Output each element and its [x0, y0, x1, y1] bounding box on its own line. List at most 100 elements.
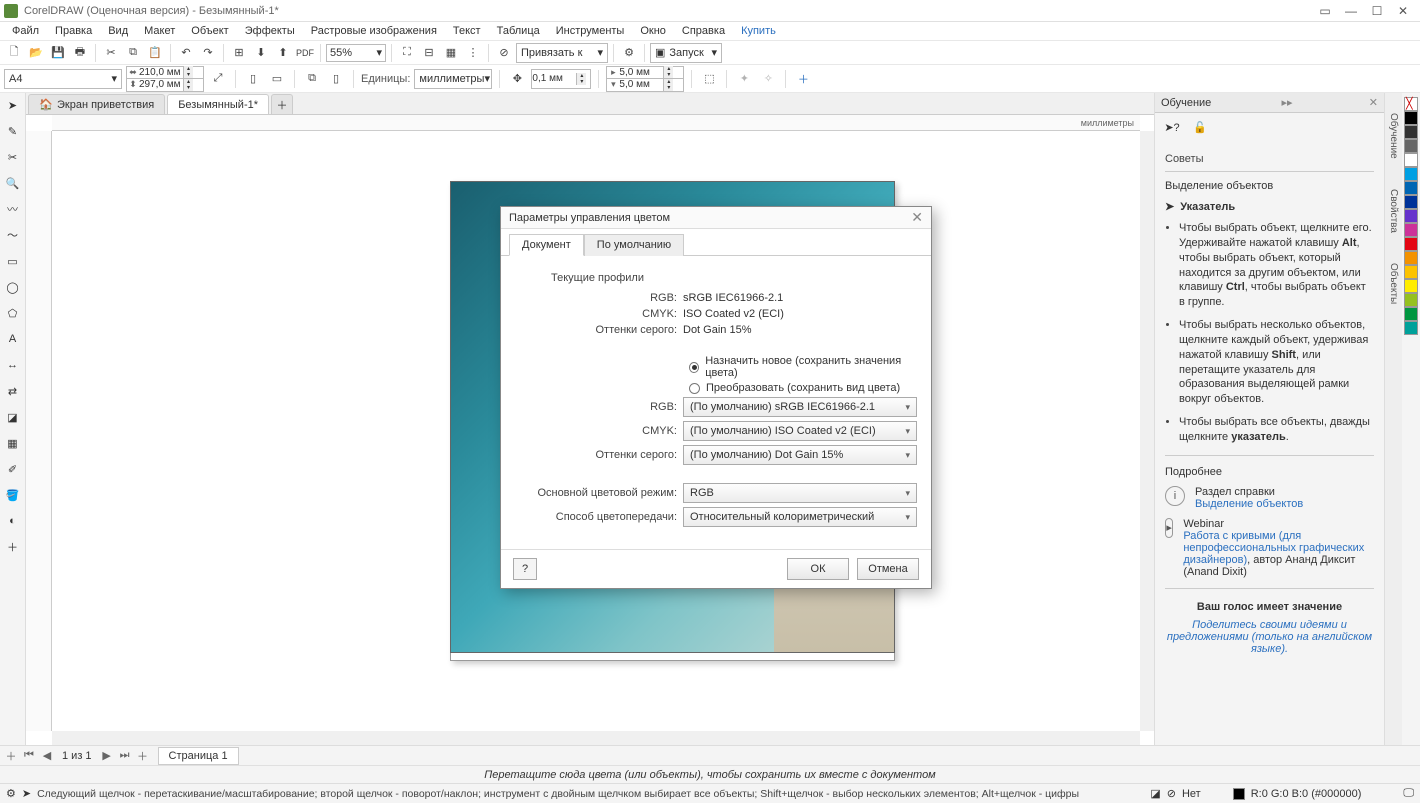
connector-tool[interactable]: ⇄: [3, 381, 23, 401]
zoom-combo[interactable]: ▾: [326, 44, 386, 62]
menu-effects[interactable]: Эффекты: [237, 23, 303, 39]
color-swatch[interactable]: [1404, 237, 1418, 251]
color-swatch[interactable]: [1404, 265, 1418, 279]
units-combo[interactable]: миллиметры▾: [414, 69, 492, 89]
open-button[interactable]: 📂: [26, 43, 46, 63]
docker-collapse-icon[interactable]: ▸▸: [1282, 96, 1293, 109]
fill-tool[interactable]: 🪣: [3, 485, 23, 505]
no-color-swatch[interactable]: ╳: [1404, 97, 1418, 111]
cmyk-profile-combo[interactable]: (По умолчанию) ISO Coated v2 (ECI): [683, 421, 917, 441]
last-page-button[interactable]: ⏭: [118, 749, 132, 762]
portrait-button[interactable]: ▯: [243, 69, 263, 89]
snap-to-combo[interactable]: Привязать к▾: [516, 43, 608, 63]
shape-tool[interactable]: ✎: [3, 121, 23, 141]
redo-button[interactable]: ↷: [198, 43, 218, 63]
auto-fit-button[interactable]: ⤢: [208, 69, 228, 89]
primary-mode-combo[interactable]: RGB: [683, 483, 917, 503]
drop-shadow-tool[interactable]: ◪: [3, 407, 23, 427]
add-button[interactable]: ＋: [793, 69, 813, 89]
rendering-intent-combo[interactable]: Относительный колориметрический: [683, 507, 917, 527]
proof-colors-icon[interactable]: 🖵: [1403, 787, 1414, 800]
tool2-button[interactable]: ✧: [758, 69, 778, 89]
menu-object[interactable]: Объект: [183, 23, 236, 39]
show-grid-button[interactable]: ▦: [441, 43, 461, 63]
scrollbar-horizontal[interactable]: [52, 731, 1140, 745]
show-rulers-button[interactable]: ⊟: [419, 43, 439, 63]
menu-window[interactable]: Окно: [632, 23, 674, 39]
snap-off-button[interactable]: ⊘: [494, 43, 514, 63]
menu-view[interactable]: Вид: [100, 23, 136, 39]
menu-help[interactable]: Справка: [674, 23, 733, 39]
tab-add[interactable]: ＋: [271, 94, 293, 114]
page-width-input[interactable]: ⬌▴▾: [126, 66, 204, 79]
artistic-media-tool[interactable]: 〜: [3, 225, 23, 245]
menu-table[interactable]: Таблица: [489, 23, 548, 39]
docker-tab-objects[interactable]: Объекты: [1388, 263, 1399, 304]
menu-bitmaps[interactable]: Растровые изображения: [303, 23, 445, 39]
menu-edit[interactable]: Правка: [47, 23, 100, 39]
show-guidelines-button[interactable]: ⋮: [463, 43, 483, 63]
cancel-button[interactable]: Отмена: [857, 558, 919, 580]
page-tab[interactable]: Страница 1: [158, 747, 239, 765]
document-palette-hint[interactable]: Перетащите сюда цвета (или объекты), что…: [0, 765, 1420, 783]
zoom-input[interactable]: [330, 47, 370, 59]
copy-button[interactable]: ⧉: [123, 43, 143, 63]
polygon-tool[interactable]: ⬠: [3, 303, 23, 323]
learn-tab-explore[interactable]: 🔓: [1189, 116, 1211, 138]
maximize-button[interactable]: ☐: [1364, 1, 1390, 21]
color-swatch[interactable]: [1404, 279, 1418, 293]
tab-welcome[interactable]: 🏠Экран приветствия: [28, 94, 165, 114]
fullscreen-button[interactable]: ⛶: [397, 43, 417, 63]
ok-button[interactable]: ОК: [787, 558, 849, 580]
menu-buy[interactable]: Купить: [733, 23, 784, 39]
outline-swatch[interactable]: [1233, 788, 1245, 800]
crop-tool[interactable]: ✂: [3, 147, 23, 167]
dup-x-input[interactable]: ▸▴▾: [606, 66, 684, 79]
scrollbar-vertical[interactable]: [1140, 131, 1154, 731]
color-swatch[interactable]: [1404, 223, 1418, 237]
all-pages-button[interactable]: ⧉: [302, 69, 322, 89]
help-link[interactable]: Выделение объектов: [1195, 498, 1303, 510]
transparency-tool[interactable]: ▦: [3, 433, 23, 453]
freehand-tool[interactable]: 〰: [3, 199, 23, 219]
landscape-button[interactable]: ▭: [267, 69, 287, 89]
tool1-button[interactable]: ✦: [734, 69, 754, 89]
rectangle-tool[interactable]: ▭: [3, 251, 23, 271]
next-page-button[interactable]: ▶: [100, 749, 114, 762]
color-swatch[interactable]: [1404, 251, 1418, 265]
docker-tab-learn[interactable]: Обучение: [1388, 113, 1399, 159]
minimize-button[interactable]: —: [1338, 1, 1364, 21]
dup-y-input[interactable]: ▾▴▾: [606, 79, 684, 92]
pick-tool[interactable]: ➤: [3, 95, 23, 115]
undo-button[interactable]: ↶: [176, 43, 196, 63]
add-page-after-button[interactable]: ＋: [136, 748, 150, 764]
search-button[interactable]: ⊞: [229, 43, 249, 63]
add-page-button[interactable]: ＋: [4, 748, 18, 764]
gear-icon[interactable]: ⚙: [6, 787, 16, 800]
current-page-button[interactable]: ▯: [326, 69, 346, 89]
color-swatch[interactable]: [1404, 307, 1418, 321]
sysmenu-icon[interactable]: ▭: [1312, 1, 1338, 21]
launch-combo[interactable]: ▣Запуск▾: [650, 43, 722, 63]
menu-text[interactable]: Текст: [445, 23, 489, 39]
menu-layout[interactable]: Макет: [136, 23, 183, 39]
nudge-input[interactable]: ▴▾: [531, 69, 591, 89]
cut-button[interactable]: ✂: [101, 43, 121, 63]
page-height-input[interactable]: ⬍▴▾: [126, 79, 204, 92]
color-swatch[interactable]: [1404, 125, 1418, 139]
gray-profile-combo[interactable]: (По умолчанию) Dot Gain 15%: [683, 445, 917, 465]
first-page-button[interactable]: ⏮: [22, 749, 36, 762]
tab-document[interactable]: Документ: [509, 234, 584, 256]
color-swatch[interactable]: [1404, 293, 1418, 307]
color-swatch[interactable]: [1404, 139, 1418, 153]
color-swatch[interactable]: [1404, 195, 1418, 209]
color-swatch[interactable]: [1404, 167, 1418, 181]
treat-as-filled-button[interactable]: ⬚: [699, 69, 719, 89]
add-tool-button[interactable]: ＋: [3, 537, 23, 557]
color-swatch[interactable]: [1404, 321, 1418, 335]
menu-tools[interactable]: Инструменты: [548, 23, 633, 39]
new-button[interactable]: 🗋: [4, 43, 24, 63]
radio-assign[interactable]: Назначить новое (сохранить значения цвет…: [689, 355, 917, 379]
dialog-close-icon[interactable]: ✕: [911, 209, 923, 226]
options-button[interactable]: ⚙: [619, 43, 639, 63]
